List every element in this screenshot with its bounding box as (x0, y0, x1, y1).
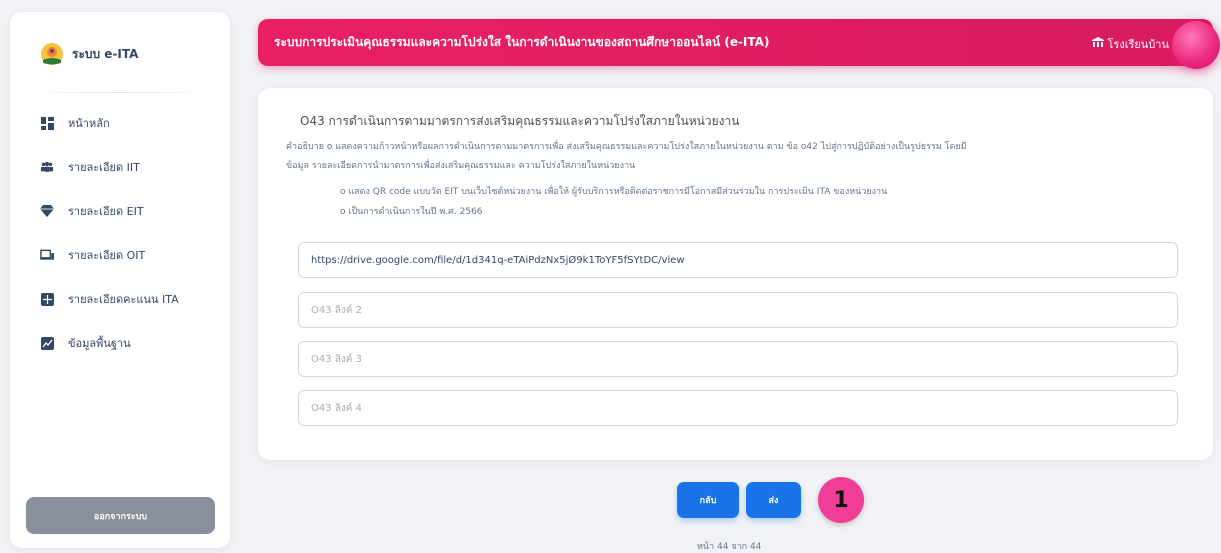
brand-title: ระบบ e-ITA (72, 46, 139, 61)
back-button[interactable]: กลับ (677, 482, 739, 518)
sidebar-item-label: รายละเอียด IIT (68, 161, 140, 174)
chart-icon (40, 336, 54, 350)
question-title: O43 การดำเนินการตามมาตรการส่งเสริมคุณธรร… (300, 114, 740, 128)
sidebar-item-home[interactable]: หน้าหลัก (10, 101, 230, 145)
question-card: O43 การดำเนินการตามมาตรการส่งเสริมคุณธรร… (258, 88, 1213, 460)
description-bullet: o เป็นการดำเนินการในปี พ.ศ. 2566 (340, 207, 483, 217)
page-header: ระบบการประเมินคุณธรรมและความโปร่งใส ในกา… (258, 19, 1213, 66)
sidebar-item-label: รายละเอียด OIT (68, 249, 146, 262)
sidebar-item-label: รายละเอียด EIT (68, 205, 144, 218)
sidebar-item-score[interactable]: รายละเอียดคะแนน ITA (10, 277, 230, 321)
link-4-input[interactable] (298, 390, 1178, 426)
sidebar-item-label: ข้อมูลพื้นฐาน (68, 337, 131, 350)
link-1-input[interactable] (298, 242, 1178, 278)
page-indicator: หน้า 44 จาก 44 (697, 542, 762, 552)
page-title: ระบบการประเมินคุณธรรมและความโปร่งใส ในกา… (274, 35, 770, 49)
school-icon (1091, 37, 1104, 51)
laptop-icon (40, 248, 54, 262)
sidebar-nav: หน้าหลัก รายละเอียด IIT รายละเอียด EIT ร… (10, 101, 230, 365)
step-marker: 1 (818, 477, 864, 523)
sidebar-item-iit[interactable]: รายละเอียด IIT (10, 145, 230, 189)
description-line: คำอธิบาย o แสดงความก้าวหน้าหรือผลการดำเน… (286, 142, 967, 152)
description-line: ข้อมูล รายละเอียดการนำมาตรการเพื่อส่งเสร… (286, 161, 636, 171)
sidebar: ระบบ e-ITA หน้าหลัก รายละเอียด IIT รายละ… (10, 12, 230, 548)
grid-icon (40, 292, 54, 306)
school-name[interactable]: โรงเรียนบ้าน (1091, 35, 1170, 53)
submit-button[interactable]: ส่ง (746, 482, 801, 518)
brand[interactable]: ระบบ e-ITA (10, 12, 230, 74)
school-logo-icon (40, 42, 64, 66)
link-3-input[interactable] (298, 341, 1178, 377)
sidebar-item-label: รายละเอียดคะแนน ITA (68, 293, 179, 306)
school-name-text: โรงเรียนบ้าน (1107, 38, 1170, 51)
divider (26, 92, 214, 93)
sidebar-item-basic-info[interactable]: ข้อมูลพื้นฐาน (10, 321, 230, 365)
question-description: คำอธิบาย o แสดงความก้าวหน้าหรือผลการดำเน… (286, 138, 1186, 176)
description-bullet: o แสดง QR code แบบวัด EIT บนเว็บไซต์หน่ว… (340, 187, 888, 197)
logout-button[interactable]: ออกจากระบบ (26, 497, 215, 534)
sidebar-item-eit[interactable]: รายละเอียด EIT (10, 189, 230, 233)
diamond-icon (40, 204, 54, 218)
sidebar-item-label: หน้าหลัก (68, 117, 110, 130)
sidebar-item-oit[interactable]: รายละเอียด OIT (10, 233, 230, 277)
link-2-input[interactable] (298, 292, 1178, 328)
users-icon (40, 160, 54, 174)
dashboard-icon (40, 116, 54, 130)
user-avatar[interactable] (1172, 21, 1220, 69)
